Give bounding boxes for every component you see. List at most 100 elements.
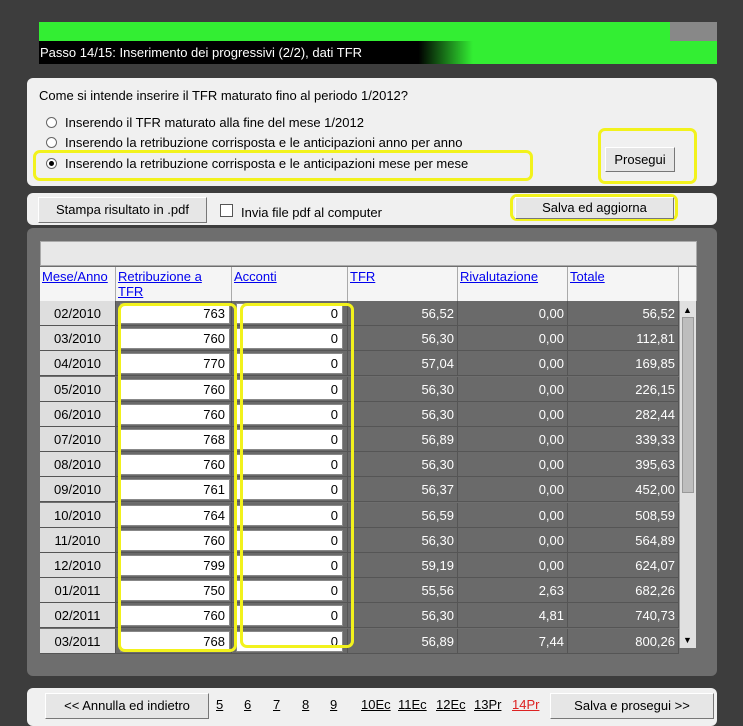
month-cell: 03/2011	[40, 628, 116, 654]
total-cell: 564,89	[568, 527, 679, 553]
revaluation-cell: 0,00	[458, 401, 568, 427]
month-cell: 08/2010	[40, 452, 116, 478]
month-cell: 07/2010	[40, 427, 116, 452]
col-link-month[interactable]: Mese/Anno	[42, 269, 108, 284]
tfr-cell: 56,30	[348, 401, 458, 427]
col-header-tfr[interactable]: TFR	[348, 267, 458, 301]
print-pdf-button[interactable]: Stampa risultato in .pdf	[38, 197, 207, 223]
highlight-salary-column	[118, 303, 237, 652]
total-cell: 740,73	[568, 603, 679, 629]
revaluation-cell: 0,00	[458, 301, 568, 326]
page-link-6[interactable]: 6	[244, 697, 251, 712]
revaluation-cell: 0,00	[458, 351, 568, 377]
revaluation-cell: 0,00	[458, 502, 568, 528]
col-header-revaluation[interactable]: Rivalutazione	[458, 267, 568, 301]
tfr-cell: 57,04	[348, 351, 458, 377]
month-cell: 01/2011	[40, 578, 116, 604]
revaluation-cell: 0,00	[458, 527, 568, 553]
page-link-10ec[interactable]: 10Ec	[361, 697, 391, 712]
tfr-cell: 56,30	[348, 326, 458, 352]
total-cell: 800,26	[568, 628, 679, 654]
progress-bar	[39, 22, 670, 41]
total-cell: 624,07	[568, 553, 679, 578]
page-link-11ec[interactable]: 11Ec	[398, 697, 427, 712]
scroll-down-icon[interactable]: ▼	[683, 635, 692, 645]
radio-button[interactable]	[46, 136, 57, 148]
total-cell: 508,59	[568, 502, 679, 528]
total-cell: 395,63	[568, 452, 679, 478]
col-header-total[interactable]: Totale	[568, 267, 679, 301]
revaluation-cell: 2,63	[458, 578, 568, 604]
month-cell: 10/2010	[40, 502, 116, 528]
month-cell: 05/2010	[40, 376, 116, 402]
col-link-tfr[interactable]: TFR	[350, 269, 375, 284]
page-link-13pr[interactable]: 13Pr	[474, 697, 501, 712]
total-cell: 282,44	[568, 401, 679, 427]
month-cell: 11/2010	[40, 527, 116, 553]
save-continue-button[interactable]: Salva e prosegui >>	[550, 693, 714, 719]
col-header-salary[interactable]: Retribuzione a TFR	[116, 267, 232, 301]
question-title: Come si intende inserire il TFR maturato…	[39, 88, 409, 103]
page-link-5[interactable]: 5	[216, 697, 223, 712]
tfr-cell: 56,52	[348, 301, 458, 326]
tfr-cell: 56,30	[348, 376, 458, 402]
col-header-advances[interactable]: Acconti	[232, 267, 348, 301]
send-pdf-checkbox[interactable]	[220, 204, 233, 217]
total-cell: 339,33	[568, 427, 679, 452]
scroll-up-icon[interactable]: ▲	[683, 305, 692, 315]
highlight-advances-column	[240, 303, 354, 648]
revaluation-cell: 4,81	[458, 603, 568, 629]
tfr-cell: 56,30	[348, 527, 458, 553]
revaluation-cell: 0,00	[458, 376, 568, 402]
col-link-salary[interactable]: Retribuzione a TFR	[118, 269, 202, 299]
radio-option-yearly[interactable]: Inserendo la retribuzione corrisposta e …	[46, 133, 462, 151]
tfr-cell: 56,30	[348, 603, 458, 629]
month-cell: 03/2010	[40, 326, 116, 352]
month-cell: 12/2010	[40, 553, 116, 578]
month-cell: 09/2010	[40, 477, 116, 503]
back-button[interactable]: << Annulla ed indietro	[45, 693, 209, 719]
month-cell: 04/2010	[40, 351, 116, 377]
page-link-14pr[interactable]: 14Pr	[512, 697, 539, 712]
progress-remaining	[670, 22, 717, 41]
col-header-spacer	[679, 267, 697, 301]
page-link-8[interactable]: 8	[302, 697, 309, 712]
tfr-cell: 56,30	[348, 452, 458, 478]
tfr-cell: 56,89	[348, 628, 458, 654]
total-cell: 169,85	[568, 351, 679, 377]
revaluation-cell: 0,00	[458, 427, 568, 452]
total-cell: 112,81	[568, 326, 679, 352]
col-link-revaluation[interactable]: Rivalutazione	[460, 269, 538, 284]
vertical-scrollbar[interactable]: ▲ ▼	[679, 301, 696, 648]
page-navigation: 5 6 7 8 9 10Ec 11Ec 12Ec 13Pr 14Pr	[216, 697, 546, 715]
total-cell: 226,15	[568, 376, 679, 402]
radio-button-selected[interactable]	[46, 157, 57, 169]
scroll-thumb[interactable]	[682, 317, 694, 493]
col-header-month[interactable]: Mese/Anno	[40, 267, 116, 301]
radio-option-monthly[interactable]: Inserendo la retribuzione corrisposta e …	[46, 154, 468, 172]
continue-button[interactable]: Prosegui	[605, 147, 675, 172]
send-pdf-label: Invia file pdf al computer	[241, 205, 382, 220]
table-top-bar	[40, 241, 697, 266]
tfr-cell: 55,56	[348, 578, 458, 604]
page-link-12ec[interactable]: 12Ec	[436, 697, 466, 712]
col-link-advances[interactable]: Acconti	[234, 269, 277, 284]
revaluation-cell: 0,00	[458, 326, 568, 352]
step-title: Passo 14/15: Inserimento dei progressivi…	[39, 41, 717, 64]
save-update-button[interactable]: Salva ed aggiorna	[515, 197, 674, 219]
total-cell: 452,00	[568, 477, 679, 503]
revaluation-cell: 0,00	[458, 452, 568, 478]
col-link-total[interactable]: Totale	[570, 269, 605, 284]
radio-button[interactable]	[46, 116, 57, 128]
page-link-9[interactable]: 9	[330, 697, 337, 712]
radio-option-month-end[interactable]: Inserendo il TFR maturato alla fine del …	[46, 113, 364, 131]
page-link-7[interactable]: 7	[273, 697, 280, 712]
revaluation-cell: 7,44	[458, 628, 568, 654]
revaluation-cell: 0,00	[458, 477, 568, 503]
tfr-cell: 56,89	[348, 427, 458, 452]
revaluation-cell: 0,00	[458, 553, 568, 578]
radio-label: Inserendo la retribuzione corrisposta e …	[65, 155, 469, 171]
total-cell: 682,26	[568, 578, 679, 604]
month-cell: 02/2010	[40, 301, 116, 326]
progress-header: Passo 14/15: Inserimento dei progressivi…	[39, 22, 717, 64]
